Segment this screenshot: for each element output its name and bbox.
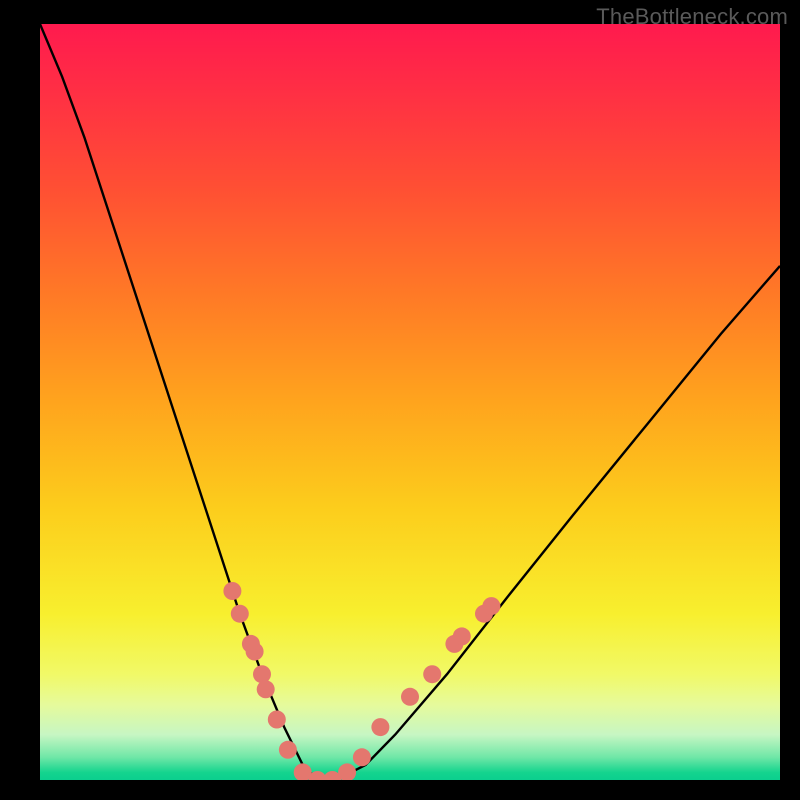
marker-dot — [223, 582, 241, 600]
bottleneck-curve-path — [40, 24, 780, 780]
marker-dot — [257, 680, 275, 698]
marker-dot — [423, 665, 441, 683]
marker-group — [223, 582, 500, 780]
marker-dot — [268, 711, 286, 729]
marker-dot — [338, 763, 356, 780]
marker-dot — [401, 688, 419, 706]
marker-dot — [482, 597, 500, 615]
marker-dot — [279, 741, 297, 759]
marker-dot — [231, 605, 249, 623]
marker-dot — [371, 718, 389, 736]
chart-canvas: TheBottleneck.com — [0, 0, 800, 800]
plot-area — [40, 24, 780, 780]
marker-dot — [253, 665, 271, 683]
marker-dot — [453, 627, 471, 645]
chart-overlay — [40, 24, 780, 780]
marker-dot — [353, 748, 371, 766]
marker-dot — [246, 643, 264, 661]
